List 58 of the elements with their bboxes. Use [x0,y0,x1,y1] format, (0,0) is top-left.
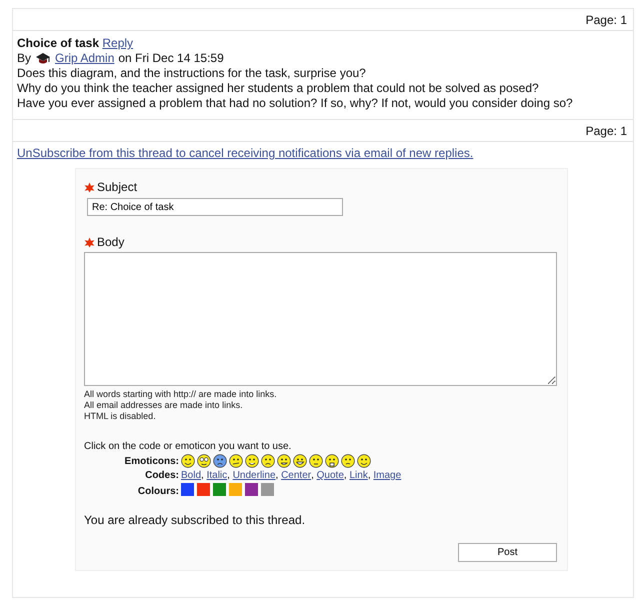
page-indicator: Page: 1 [586,13,627,27]
emoticon-icon[interactable] [341,454,355,468]
unsubscribe-link[interactable]: UnSubscribe from this thread to cancel receiving notifications via email of new replies. [17,146,474,160]
separator: , [368,470,371,481]
post-text: Does this diagram, and the instructions for the task, surprise you? [17,66,367,81]
emoticon-icon[interactable] [261,454,275,468]
post-text: Have you ever assigned a problem that had no solution? If so, why? If not, would you consider doing so? [17,96,574,111]
emoticon-icon[interactable] [309,454,323,468]
code-link[interactable]: Image [373,470,402,481]
emoticon-icon[interactable] [181,454,195,468]
code-link[interactable]: Center [281,470,312,481]
codes-label: Codes: [144,470,179,481]
separator: , [227,470,230,481]
separator: , [311,470,314,481]
emoticon-icon[interactable] [325,454,339,468]
post-button[interactable]: Post [458,543,557,562]
code-link[interactable]: Quote [316,470,344,481]
post-title: Choice of task [17,36,100,50]
by-label: By [17,51,32,66]
emoticon-icon[interactable] [293,454,307,468]
subject-label: Subject [97,180,138,194]
separator: , [201,470,204,481]
colours-label: Colours: [136,486,179,496]
emoticons-label: Emoticons: [124,456,179,466]
hint-text: HTML is disabled. [84,411,157,422]
subject-field[interactable]: Re: Choice of task [87,198,343,216]
hint-text: All email addresses are made into links. [84,400,244,411]
code-link[interactable]: Link [349,470,368,481]
emoticon-icon[interactable] [229,454,243,468]
required-icon [84,236,95,248]
colour-swatch[interactable] [213,483,226,496]
author-link[interactable]: Grip Admin [55,51,114,66]
body-label: Body [97,235,124,249]
emoticon-icon[interactable] [213,454,227,468]
emoticon-icon[interactable] [197,454,211,468]
post-date: on Fri Dec 14 15:59 [118,51,224,66]
code-link[interactable]: Underline [232,470,276,481]
colour-swatch[interactable] [181,483,194,496]
subscribed-note: You are already subscribed to this thread. [84,513,306,527]
colour-swatch[interactable] [229,483,242,496]
code-link[interactable]: Italic [206,470,228,481]
colour-swatch[interactable] [261,483,274,496]
emoticon-icon[interactable] [245,454,259,468]
code-link[interactable]: Bold [181,470,202,481]
colour-swatch[interactable] [245,483,258,496]
instruction-text: Click on the code or emoticon you want to use. [84,441,292,452]
hint-text: All words starting with http:// are made into links. [84,389,278,400]
post-text: Why do you think the teacher assigned her students a problem that could not be solved as posed? [17,81,540,96]
graduation-cap-icon [35,52,52,65]
emoticon-icon[interactable] [357,454,371,468]
reply-link[interactable]: Reply [102,36,134,50]
separator: , [276,470,278,481]
required-icon [84,182,95,192]
emoticon-icon[interactable] [277,454,291,468]
page-indicator: Page: 1 [586,124,627,138]
separator: , [344,470,347,481]
body-field[interactable] [84,252,557,386]
colour-swatch[interactable] [197,483,210,496]
